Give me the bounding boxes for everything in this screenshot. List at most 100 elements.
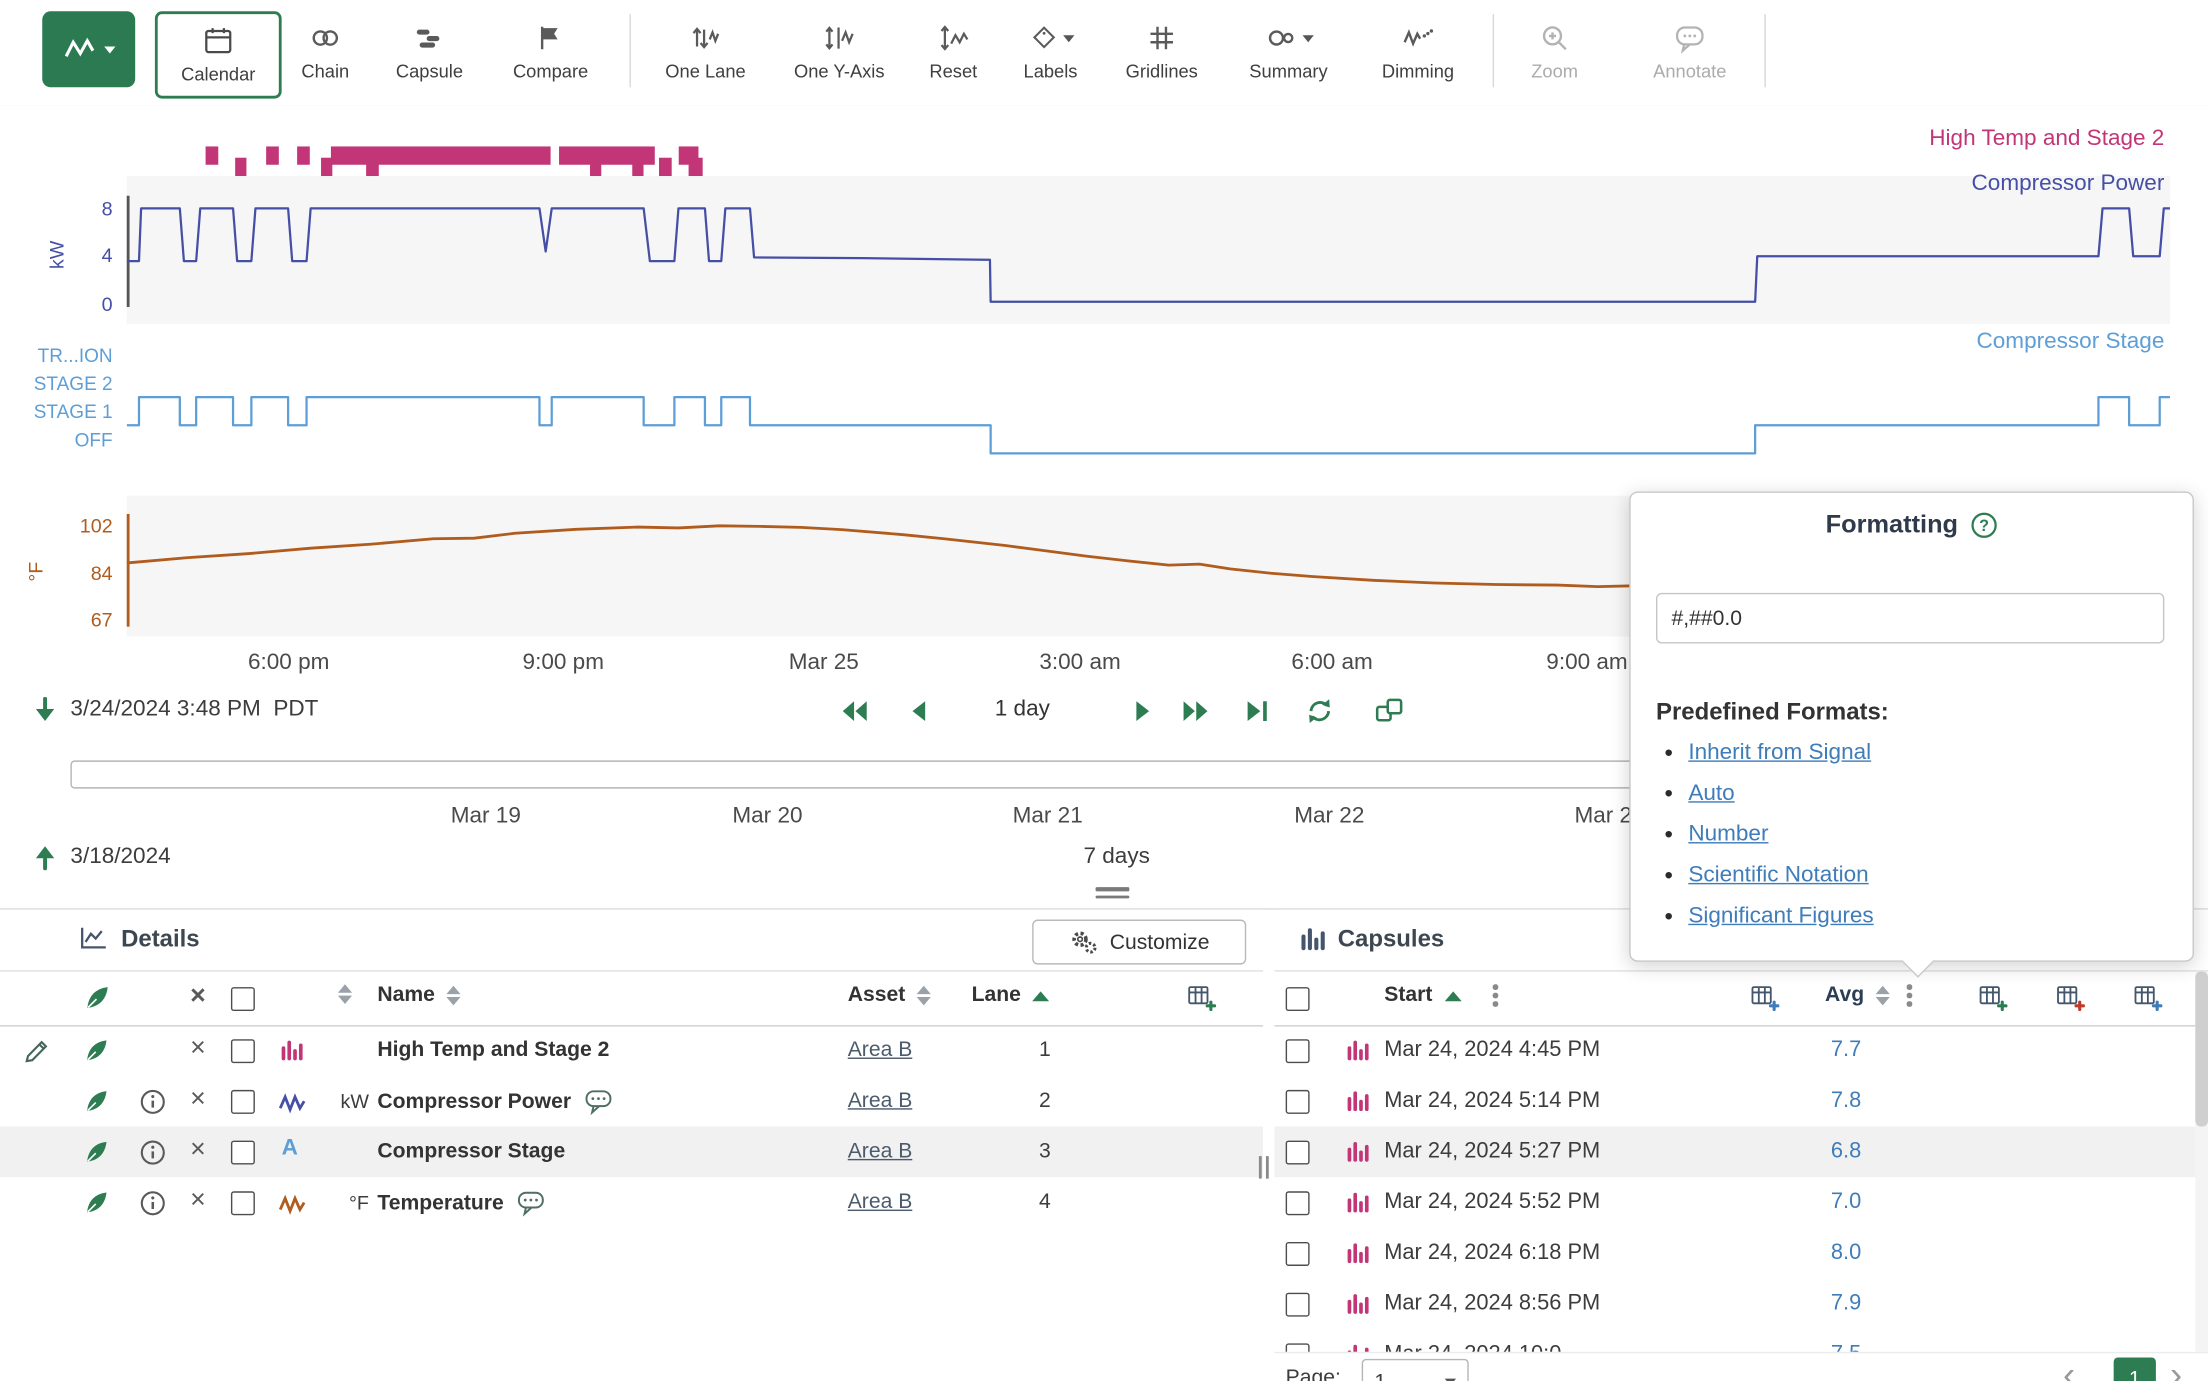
capsules-scrollbar[interactable] (2195, 972, 2208, 1381)
format-option-link[interactable]: Auto (1688, 781, 1734, 806)
next-page-chevron[interactable]: › (2170, 1353, 2182, 1381)
remove-item-icon[interactable]: × (190, 1187, 206, 1214)
start-column-menu[interactable] (1493, 984, 1498, 1006)
worksheet-type-button[interactable] (42, 11, 135, 87)
item-name[interactable]: High Temp and Stage 2 (377, 1038, 609, 1062)
format-option-link[interactable]: Number (1688, 822, 1768, 847)
asset-swap-icon[interactable] (82, 1036, 110, 1064)
display-range-start[interactable]: 3/24/2024 3:48 PM PDT (70, 697, 318, 722)
info-icon[interactable] (139, 1190, 166, 1217)
capsule-row[interactable]: Mar 24, 2024 5:14 PM 7.8 (1274, 1076, 2208, 1127)
capsule-checkbox[interactable] (1286, 1191, 1310, 1215)
capsule-row[interactable]: Mar 24, 2024 4:45 PM 7.7 (1274, 1025, 2208, 1076)
column-start[interactable]: Start (1384, 983, 1461, 1007)
customize-button[interactable]: Customize (1032, 920, 1246, 965)
sort-name-control[interactable] (447, 986, 461, 1006)
copy-range-button[interactable] (1373, 694, 1407, 728)
sort-value-control[interactable] (338, 984, 352, 1004)
item-name[interactable]: Compressor Stage (377, 1139, 565, 1163)
capsule-checkbox[interactable] (1286, 1090, 1310, 1114)
toolbar-capsule[interactable]: Capsule (380, 11, 479, 93)
capsule-bar[interactable] (321, 158, 332, 176)
step-back-fast-button[interactable] (839, 696, 870, 727)
column-asset[interactable]: Asset (848, 983, 931, 1007)
remove-all-icon[interactable]: × (190, 983, 206, 1010)
capsule-row[interactable]: Mar 24, 2024 6:18 PM 8.0 (1274, 1228, 2208, 1279)
sort-asset-control[interactable] (917, 986, 931, 1006)
item-name[interactable]: Temperature (377, 1191, 503, 1215)
column-name[interactable]: Name (377, 983, 460, 1007)
toolbar-calendar[interactable]: Calendar (155, 11, 282, 98)
details-row[interactable]: × °F Temperature Area B 4 (0, 1177, 1263, 1228)
add-column-red-icon[interactable] (2056, 983, 2086, 1013)
capsule-checkbox[interactable] (1286, 1242, 1310, 1266)
capsule-bar[interactable] (206, 146, 219, 164)
item-name[interactable]: Compressor Power (377, 1090, 571, 1114)
investigate-range-start[interactable]: 3/18/2024 (70, 845, 170, 870)
capsule-row[interactable]: Mar 24, 2024 5:52 PM 7.0 (1274, 1177, 2208, 1228)
shift-range-up-arrow[interactable] (28, 841, 62, 875)
annotation-bubble-icon[interactable] (584, 1089, 612, 1116)
toolbar-gridlines[interactable]: Gridlines (1112, 11, 1211, 93)
capsule-row[interactable]: Mar 24, 2024 5:27 PM 6.8 (1274, 1127, 2208, 1178)
asset-link[interactable]: Area B (848, 1038, 913, 1062)
step-back-button[interactable] (904, 696, 935, 727)
sort-start-ascending-icon[interactable] (1444, 991, 1461, 1001)
annotation-bubble-icon[interactable] (516, 1190, 544, 1217)
details-row[interactable]: × A Compressor Stage Area B 3 (0, 1127, 1263, 1178)
format-option-link[interactable]: Scientific Notation (1688, 862, 1868, 887)
row-checkbox[interactable] (231, 1141, 255, 1165)
details-row[interactable]: × kW Compressor Power Area B 2 (0, 1076, 1263, 1127)
capsule-bar[interactable] (689, 158, 703, 176)
toolbar-one-y-axis[interactable]: One Y-Axis (790, 11, 889, 93)
capsule-bar[interactable] (590, 158, 601, 176)
shift-range-down-arrow[interactable] (28, 693, 62, 727)
step-forward-fast-button[interactable] (1180, 696, 1211, 727)
edit-pencil-icon[interactable] (23, 1036, 51, 1064)
capsule-bar[interactable] (297, 146, 310, 164)
capsule-checkbox[interactable] (1286, 1039, 1310, 1063)
add-column-icon[interactable] (1187, 983, 1217, 1013)
select-all-checkbox[interactable] (231, 987, 255, 1011)
row-checkbox[interactable] (231, 1090, 255, 1114)
format-option-link[interactable]: Inherit from Signal (1688, 740, 1871, 765)
capsule-row[interactable]: Mar 24, 2024 8:56 PM 7.9 (1274, 1279, 2208, 1330)
toolbar-summary[interactable]: Summary (1239, 11, 1338, 93)
format-option-link[interactable]: Significant Figures (1688, 903, 1873, 928)
capsule-bar[interactable] (632, 158, 643, 176)
horizontal-splitter-handle[interactable] (1096, 887, 1130, 904)
asset-link[interactable]: Area B (848, 1089, 913, 1113)
step-to-end-button[interactable] (1242, 696, 1273, 727)
remove-item-icon[interactable]: × (190, 1136, 206, 1163)
toolbar-dimming[interactable]: Dimming (1369, 11, 1468, 93)
info-icon[interactable] (139, 1139, 166, 1166)
asset-link[interactable]: Area B (848, 1190, 913, 1214)
capsule-bar[interactable] (331, 146, 551, 164)
capsule-checkbox[interactable] (1286, 1293, 1310, 1317)
column-lane[interactable]: Lane (972, 983, 1050, 1007)
capsule-checkbox[interactable] (1286, 1141, 1310, 1165)
page-size-select[interactable]: 1 (1362, 1359, 1469, 1381)
capsule-bar[interactable] (659, 158, 672, 176)
capsule-bar[interactable] (266, 146, 279, 164)
sort-lane-ascending-icon[interactable] (1033, 991, 1050, 1001)
vertical-splitter-handle[interactable] (1255, 1156, 1272, 1187)
remove-item-icon[interactable]: × (190, 1086, 206, 1113)
column-avg[interactable]: Avg (1825, 983, 1890, 1007)
add-column-blue-icon[interactable] (2133, 983, 2163, 1013)
toolbar-one-lane[interactable]: One Lane (656, 11, 755, 93)
details-row[interactable]: × High Temp and Stage 2 Area B 1 (0, 1025, 1263, 1076)
row-checkbox[interactable] (231, 1039, 255, 1063)
info-icon[interactable] (139, 1089, 166, 1116)
prev-page-chevron[interactable]: ‹ (2063, 1353, 2075, 1381)
refresh-button[interactable] (1303, 694, 1337, 728)
toolbar-chain[interactable]: Chain (276, 11, 375, 93)
investigate-range-duration[interactable]: 7 days (1060, 845, 1173, 870)
select-all-capsules-checkbox[interactable] (1286, 987, 1310, 1011)
asset-swap-icon[interactable] (82, 1188, 110, 1216)
capsule-bar[interactable] (366, 158, 379, 176)
capsule-bar[interactable] (235, 158, 246, 176)
step-size-label[interactable]: 1 day (980, 697, 1064, 722)
remove-item-icon[interactable]: × (190, 1035, 206, 1062)
add-stat-column-icon[interactable] (1750, 983, 1780, 1013)
